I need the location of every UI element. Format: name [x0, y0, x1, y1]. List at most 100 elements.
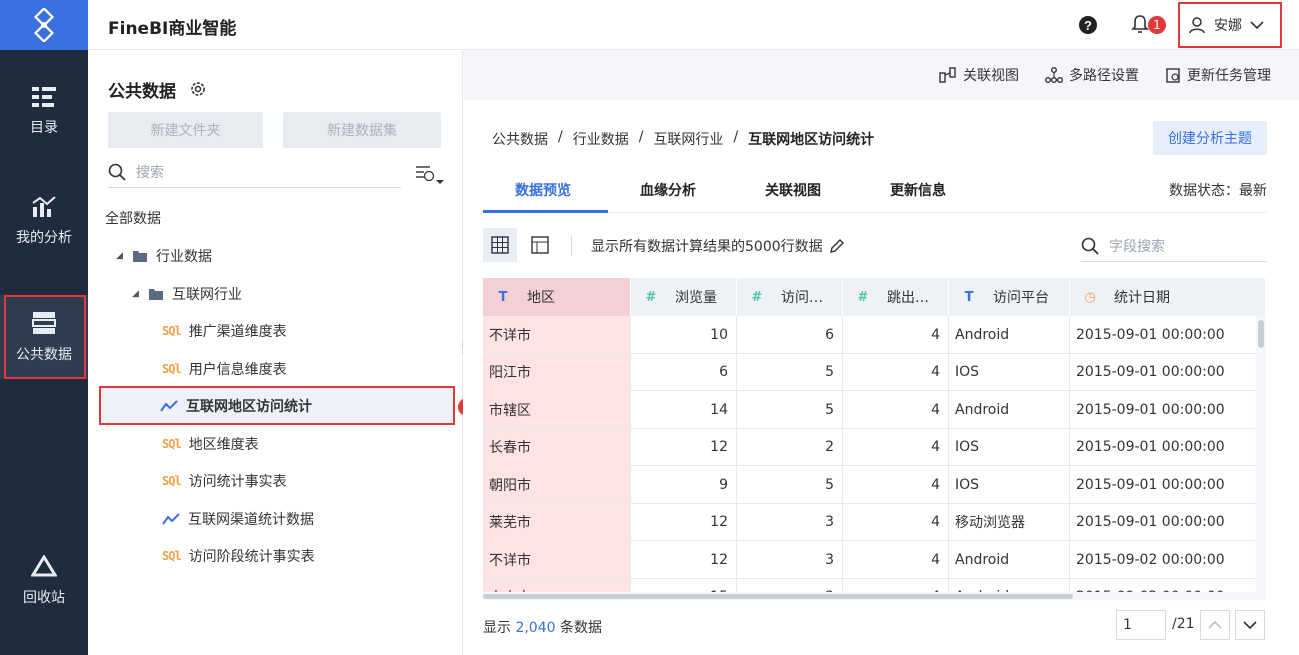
collapse-triangle-icon[interactable]: ◢ [116, 251, 132, 261]
grid-icon [491, 236, 509, 254]
table-cell: 莱芜市 [483, 503, 631, 541]
tree-item[interactable]: SQl 地区维度表 [162, 425, 259, 462]
table-cell: 不详市 [483, 541, 631, 578]
table-row[interactable]: 不详市 12 3 4 Android 2015-09-02 00:00:00 [483, 541, 1266, 579]
breadcrumb-item[interactable]: 公共数据 [492, 129, 548, 149]
tree-item-label: 访问阶段统计事实表 [188, 548, 315, 565]
layout-view-button[interactable] [523, 228, 557, 262]
vertical-scrollbar[interactable] [1256, 316, 1266, 600]
text-type-icon: T [964, 289, 974, 305]
row-count: 显示 2,040 条数据 [483, 617, 602, 637]
table-cell: 3 [737, 503, 843, 541]
table-row[interactable]: 朝阳市 9 5 4 IOS 2015-09-01 00:00:00 [483, 466, 1266, 504]
tab-link-view[interactable]: 关联视图 [765, 180, 821, 200]
breadcrumb-separator: / [558, 129, 563, 145]
column-header-label: 统计日期 [1114, 290, 1170, 306]
toolbar-divider [571, 236, 572, 256]
rail-item-catalog[interactable]: 目录 [0, 85, 88, 137]
table-cell: 4 [843, 391, 949, 428]
table-cell: 2015-09-01 00:00:00 [1070, 428, 1266, 466]
tab-data-preview[interactable]: 数据预览 [515, 180, 571, 200]
table-cell: Android [949, 316, 1070, 353]
sub-toolbar: 关联视图 多路径设置 更新任务管理 [463, 50, 1299, 100]
table-row[interactable]: 不详市 10 6 4 Android 2015-09-01 00:00:00 [483, 316, 1266, 354]
collapse-triangle-icon[interactable]: ◢ [132, 289, 148, 299]
chevron-up-icon [1208, 620, 1222, 629]
table-cell: 长春市 [483, 428, 631, 466]
layout-icon [531, 236, 549, 254]
link-view-button[interactable]: 关联视图 [939, 65, 1019, 85]
sort-filter-icon[interactable] [414, 163, 444, 185]
tree-item-label: 互联网渠道统计数据 [188, 511, 314, 528]
multipath-button[interactable]: 多路径设置 [1045, 65, 1139, 85]
tab-bar: 数据预览 血缘分析 关联视图 更新信息 数据状态：最新 [483, 170, 1267, 213]
rail-item-my-analysis[interactable]: 我的分析 [0, 195, 88, 247]
row-limit-text: 显示所有数据计算结果的5000行数据 [591, 239, 823, 255]
link-view-label: 关联视图 [963, 68, 1019, 84]
column-header[interactable]: T 访问平台 [949, 278, 1070, 316]
breadcrumb-item[interactable]: 互联网行业 [653, 129, 723, 149]
table-cell: 不详市 [483, 316, 631, 353]
chevron-down-icon [1250, 21, 1264, 30]
update-task-button[interactable]: 更新任务管理 [1165, 65, 1271, 85]
edit-icon[interactable] [829, 238, 845, 254]
rail-label-recycle: 回收站 [23, 590, 65, 606]
rail-item-recycle[interactable]: 回收站 [0, 555, 88, 607]
table-cell: 4 [843, 353, 949, 391]
tree-item[interactable]: SQl 推广渠道维度表 [162, 312, 287, 349]
table-cell: 14 [631, 391, 737, 428]
prev-page-button[interactable] [1200, 610, 1230, 640]
tree-item[interactable]: SQl 访问统计事实表 [162, 462, 287, 499]
user-menu[interactable]: 安娜 [1178, 2, 1282, 48]
table-cell: IOS [949, 466, 1070, 503]
page-number-input[interactable]: 1 [1116, 610, 1166, 640]
tree-folder-industry[interactable]: ◢ 行业数据 [116, 237, 212, 274]
new-folder-button[interactable]: 新建文件夹 [108, 112, 263, 148]
tree-folder-internet[interactable]: ◢ 互联网行业 [132, 275, 242, 312]
table-cell: 5 [737, 466, 843, 503]
svg-text:?: ? [1084, 18, 1092, 33]
gear-icon[interactable] [189, 80, 207, 98]
sql-icon: SQl [162, 361, 182, 376]
tree-root[interactable]: 全部数据 [105, 199, 161, 236]
column-header[interactable]: ◷ 统计日期 [1070, 278, 1266, 316]
app-logo[interactable] [0, 0, 88, 50]
breadcrumb-item[interactable]: 行业数据 [573, 129, 629, 149]
row-count-suffix: 条数据 [560, 620, 602, 636]
horizontal-scrollbar[interactable] [483, 592, 1256, 600]
tree-item-label: 访问统计事实表 [188, 473, 287, 490]
tree-item[interactable]: 互联网渠道统计数据 [162, 500, 314, 537]
help-icon[interactable]: ? [1078, 15, 1098, 35]
number-type-icon: # [857, 289, 869, 305]
new-dataset-button[interactable]: 新建数据集 [283, 112, 441, 148]
tab-update-info[interactable]: 更新信息 [890, 180, 946, 200]
analysis-dataset-icon [162, 512, 180, 525]
table-cell: 6 [631, 353, 737, 391]
table-cell: 10 [631, 316, 737, 353]
create-topic-button[interactable]: 创建分析主题 [1153, 121, 1267, 155]
column-header[interactable]: T 地区 [483, 278, 631, 316]
tab-lineage[interactable]: 血缘分析 [640, 180, 696, 200]
field-search-input[interactable]: 字段搜索 [1081, 230, 1267, 262]
column-header[interactable]: # 浏览量 [631, 278, 737, 316]
highlight-box-public-data [4, 295, 86, 379]
grid-view-button[interactable] [483, 228, 517, 262]
sql-icon: SQl [162, 548, 182, 563]
table-cell: 市辖区 [483, 391, 631, 428]
table-row[interactable]: 莱芜市 12 3 4 移动浏览器 2015-09-01 00:00:00 [483, 503, 1266, 541]
column-header[interactable]: # 访问… [737, 278, 843, 316]
bell-icon[interactable] [1130, 14, 1150, 34]
column-header[interactable]: # 跳出… [843, 278, 949, 316]
catalog-icon [32, 87, 56, 107]
tree-item[interactable]: SQl 访问阶段统计事实表 [162, 537, 315, 574]
tree-search-input[interactable]: 搜索 [108, 156, 401, 188]
table-row[interactable]: 阳江市 6 5 4 IOS 2015-09-01 00:00:00 [483, 353, 1266, 391]
scroll-thumb[interactable] [483, 594, 1073, 599]
next-page-button[interactable] [1235, 610, 1265, 640]
tree-item[interactable]: SQl 用户信息维度表 [162, 350, 287, 387]
column-header-label: 浏览量 [675, 290, 717, 306]
table-row[interactable]: 长春市 12 2 4 IOS 2015-09-01 00:00:00 [483, 428, 1266, 466]
table-row[interactable]: 市辖区 14 5 4 Android 2015-09-01 00:00:00 [483, 391, 1266, 429]
notification-badge: 1 [1148, 16, 1166, 34]
scroll-thumb[interactable] [1258, 320, 1264, 348]
